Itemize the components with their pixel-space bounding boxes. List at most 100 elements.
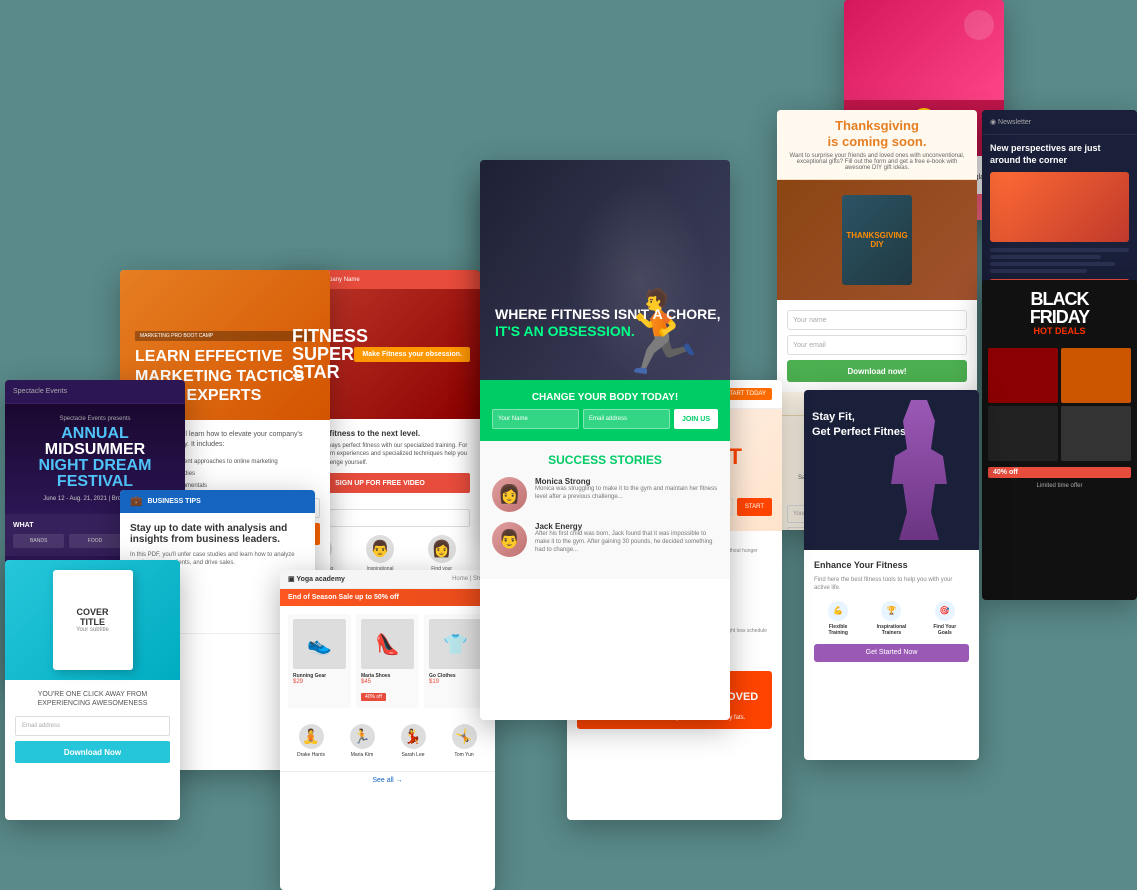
bf-sale-badge: 40% off — [988, 467, 1131, 478]
hero-text: WHERE FITNESS ISN'T A CHORE, IT'S AN OBS… — [495, 306, 721, 340]
burn-fat-cta[interactable]: START — [737, 498, 772, 516]
story-2-name: Jack Energy — [535, 522, 718, 531]
super-splash-image — [844, 0, 1004, 100]
festival-word: Festival — [57, 473, 133, 490]
sale-tag: 40% off — [361, 693, 386, 701]
card-stay-fit: Stay Fit,Get Perfect Fitness Enhance You… — [804, 390, 979, 760]
cover-tagline: YOU'RE ONE CLICK AWAY FROM EXPERIENCING … — [15, 690, 170, 708]
instructor-row: 🧘 Drake Harris 🏃 Maria Kim 💃 Sarah Lee 🤸… — [288, 724, 487, 758]
thanksgiving-name-field[interactable]: Your name — [787, 310, 967, 330]
bf-products — [982, 342, 1137, 467]
perspectives-logo: ◉ Newsletter — [990, 119, 1031, 126]
cover-download-btn[interactable]: Download Now — [15, 741, 170, 763]
product-2-price: $45 — [361, 679, 414, 685]
festival-presents: Spectacle Events presents — [17, 416, 173, 422]
yoga-logo: ▣ Yoga academy — [288, 575, 345, 583]
join-btn[interactable]: JOIN US — [674, 409, 718, 429]
thanksgiving-book: THANKSGIVING DIY — [842, 195, 912, 285]
bf-product-1 — [988, 348, 1058, 403]
product-1-price: $29 — [293, 679, 346, 685]
feature-3-name: Find YourGoals — [921, 624, 969, 636]
instr-3-name: Sarah Lee — [390, 752, 436, 758]
festival-logo-area: Spectacle Events — [5, 380, 185, 404]
stay-fit-hero: Stay Fit,Get Perfect Fitness — [804, 390, 979, 550]
green-bar: CHANGE YOUR BODY TODAY! Your Name Email … — [480, 380, 730, 441]
hero-title: WHERE FITNESS ISN'T A CHORE, IT'S AN OBS… — [495, 306, 721, 340]
cover-book-subtitle: Your subtitle — [76, 627, 109, 633]
story-1: 👩 Monica Strong Monica was struggling to… — [492, 477, 718, 512]
obsession-email-field[interactable]: Email address — [583, 409, 670, 429]
story-2-desc: After his first child was born, Jack fou… — [535, 531, 718, 554]
story-2-avatar: 👨 — [492, 522, 527, 557]
card-yoga: ▣ Yoga academy Home | Shop End of Season… — [280, 570, 495, 890]
thanksgiving-download-btn[interactable]: Download now! — [787, 360, 967, 382]
product-3: 👕 Go Clothes $19 — [424, 614, 487, 708]
cover-book: COVERTITLE Your subtitle — [53, 570, 133, 670]
instr-1-name: Drake Harris — [288, 752, 334, 758]
bf-product-4 — [1061, 406, 1131, 461]
bf-title: BLACKFRIDAY — [990, 290, 1129, 326]
obsession-name-field[interactable]: Your Name — [492, 409, 579, 429]
feature-2-name: InspirationalTrainers — [867, 624, 915, 636]
story-1-avatar: 👩 — [492, 477, 527, 512]
fitness-star-hero-right: Make Fitness your obsession. — [354, 289, 470, 419]
cover-email-field[interactable]: Email address — [15, 716, 170, 736]
perspectives-image — [990, 172, 1129, 242]
enhance-title: Enhance Your Fitness — [814, 560, 969, 570]
yoga-header: ▣ Yoga academy Home | Shop — [280, 570, 495, 589]
festival-logo: Spectacle Events — [13, 388, 177, 395]
card-cover: COVERTITLE Your subtitle YOU'RE ONE CLIC… — [5, 560, 180, 820]
fitness-star-hero-left: FITNESSSUPERSTAR — [292, 327, 368, 381]
card-fitness-obsession: WHERE FITNESS ISN'T A CHORE, IT'S AN OBS… — [480, 160, 730, 720]
success-section: SUCCESS STORIES 👩 Monica Strong Monica w… — [480, 441, 730, 579]
thanksgiving-coming: Thanksgiving is coming soon. Want to sur… — [777, 110, 977, 180]
story-2: 👨 Jack Energy After his first child was … — [492, 522, 718, 557]
fitness-star-title: FITNESSSUPERSTAR — [292, 327, 368, 381]
promo-banner: End of Season Sale up to 50% off — [280, 589, 495, 606]
trainer-3-avatar: 👩 — [428, 535, 456, 563]
perspectives-content: New perspectives are just around the cor… — [982, 135, 1137, 302]
story-1-text: Monica Strong Monica was struggling to m… — [535, 477, 718, 512]
obsession-form: Your Name Email address JOIN US — [492, 409, 718, 429]
instr-4-name: Tom Yun — [441, 752, 487, 758]
instructor-2: 🏃 Maria Kim — [339, 724, 385, 758]
trainer-2-avatar: 👨 — [366, 535, 394, 563]
fitness-obsession-hero: WHERE FITNESS ISN'T A CHORE, IT'S AN OBS… — [480, 160, 730, 380]
bf-subtitle: HOT DEALS — [990, 326, 1129, 336]
product-1-img: 👟 — [293, 619, 346, 669]
feature-1-name: FlexibleTraining — [814, 624, 862, 636]
thanksgiving-email-field[interactable]: Your email — [787, 335, 967, 355]
green-bar-text: CHANGE YOUR BODY TODAY! — [492, 392, 718, 403]
feature-2: 🏆 InspirationalTrainers — [867, 601, 915, 636]
business-header: 💼 BUSINESS TIPS — [120, 490, 315, 513]
story-2-text: Jack Energy After his first child was bo… — [535, 522, 718, 557]
feature-2-icon: 🏆 — [881, 601, 901, 621]
perspectives-text — [990, 248, 1129, 273]
product-1: 👟 Running Gear $29 — [288, 614, 351, 708]
feature-3-icon: 🎯 — [935, 601, 955, 621]
see-all[interactable]: See all → — [280, 771, 495, 789]
what-item-1: BANDS — [13, 534, 64, 548]
festival-night: Midsummer — [45, 441, 145, 458]
get-started-btn[interactable]: Get Started Now — [814, 644, 969, 662]
bf-product-2 — [1061, 348, 1131, 403]
product-2-img: 👠 — [361, 619, 414, 669]
thanksgiving-book-area: THANKSGIVING DIY — [777, 180, 977, 300]
stay-fit-content: Enhance Your Fitness Find here the best … — [804, 550, 979, 672]
cover-book-title: COVERTITLE — [76, 607, 108, 627]
perspectives-header: ◉ Newsletter — [982, 110, 1137, 135]
black-friday-header: BLACKFRIDAY HOT DEALS — [982, 280, 1137, 342]
story-1-desc: Monica was struggling to make it to the … — [535, 486, 718, 502]
product-2: 👠 Maria Shoes $45 40% off — [356, 614, 419, 708]
marketing-tag: MARKETING PRO BOOT CAMP — [135, 331, 315, 341]
hero-accent: IT'S AN OBSESSION. — [495, 323, 635, 339]
thanksgiving-form: Your name Your email Download now! — [777, 300, 977, 392]
story-1-name: Monica Strong — [535, 477, 718, 486]
make-it-text: Make Fitness your obsession. — [354, 347, 470, 362]
festival-dream: Night Dream — [39, 457, 152, 474]
yoga-products: 👟 Running Gear $29 👠 Maria Shoes $45 40%… — [280, 606, 495, 716]
instr-3-avatar: 💃 — [401, 724, 426, 749]
business-header-text: BUSINESS TIPS — [147, 498, 200, 505]
instr-4-avatar: 🤸 — [452, 724, 477, 749]
athlete-figure — [570, 180, 710, 380]
